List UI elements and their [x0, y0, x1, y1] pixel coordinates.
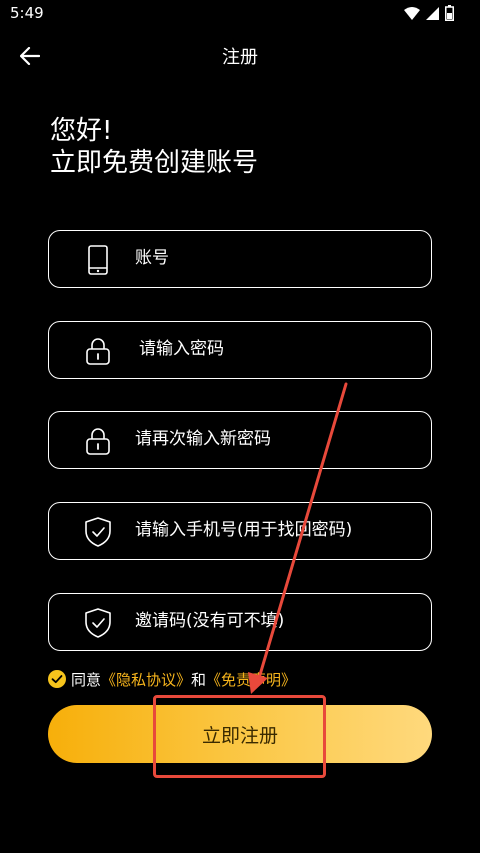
invite-code-field[interactable]	[48, 593, 432, 651]
account-field[interactable]	[48, 230, 432, 288]
app-bar: 注册	[0, 26, 480, 84]
lock-icon	[85, 336, 111, 366]
agreement-and: 和	[191, 670, 207, 689]
privacy-policy-link[interactable]: 《隐私协议》	[101, 669, 191, 690]
phone-icon	[85, 245, 111, 275]
status-icons	[404, 5, 454, 21]
shield-check-icon	[85, 608, 111, 638]
greeting-line1: 您好!	[50, 116, 113, 146]
register-button[interactable]: 立即注册	[48, 705, 432, 763]
shield-check-icon	[85, 517, 111, 547]
confirm-password-field[interactable]	[48, 411, 432, 469]
register-button-label: 立即注册	[201, 725, 278, 747]
confirm-password-input[interactable]	[135, 429, 415, 449]
agreement-row: 同意 《隐私协议》 和 《免责声明》	[48, 667, 296, 691]
battery-icon	[445, 5, 454, 21]
phone-field[interactable]	[48, 502, 432, 560]
wifi-icon	[404, 6, 420, 20]
agreement-prefix: 同意	[71, 670, 102, 689]
phone-input[interactable]	[135, 520, 415, 540]
checkbox-checked-icon[interactable]	[48, 670, 66, 688]
signal-icon	[426, 6, 439, 20]
greeting-line2: 立即免费创建账号	[50, 148, 259, 178]
status-bar: 5:49	[0, 0, 480, 26]
invite-code-input[interactable]	[135, 611, 415, 631]
page-title: 注册	[222, 47, 258, 68]
disclaimer-link[interactable]: 《免责声明》	[206, 669, 296, 690]
password-field[interactable]	[48, 321, 432, 379]
account-input[interactable]	[135, 248, 415, 268]
lock-icon	[85, 426, 111, 456]
status-time: 5:49	[10, 4, 44, 22]
greeting: 您好! 立即免费创建账号	[50, 115, 258, 179]
password-input[interactable]	[139, 339, 419, 359]
